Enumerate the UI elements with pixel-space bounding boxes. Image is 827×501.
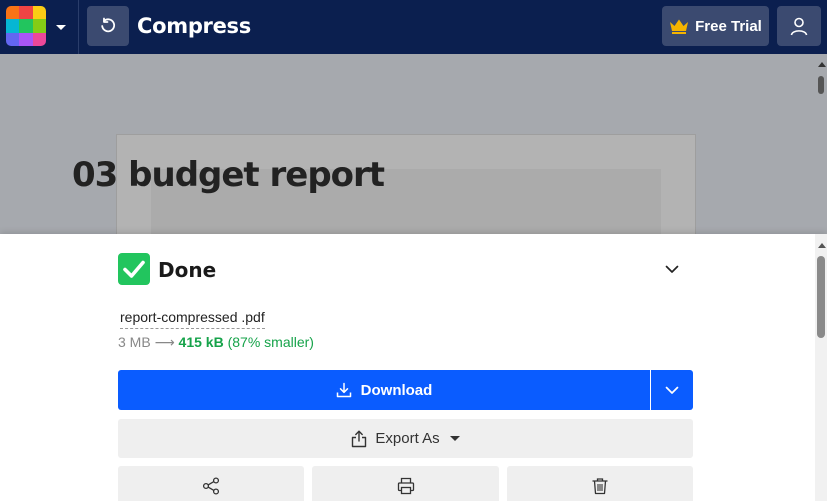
download-label: Download <box>360 381 433 399</box>
original-size: 3 MB <box>118 334 151 350</box>
collapse-button[interactable] <box>660 259 684 279</box>
chevron-down-icon <box>665 265 679 273</box>
caret-down-icon <box>449 436 460 441</box>
preview-scrollbar[interactable] <box>815 54 827 234</box>
page-title: Compress <box>137 14 251 38</box>
free-trial-label: Free Trial <box>695 17 762 35</box>
crown-icon <box>670 19 689 34</box>
chevron-down-icon[interactable] <box>54 20 68 34</box>
scroll-up-arrow[interactable] <box>818 243 826 248</box>
panel-scrollbar[interactable] <box>815 234 827 501</box>
document-heading: 03 budget report <box>72 155 385 195</box>
scroll-thumb[interactable] <box>817 256 825 338</box>
share-button[interactable] <box>118 466 304 501</box>
document-preview-area <box>0 54 815 234</box>
free-trial-button[interactable]: Free Trial <box>662 6 769 46</box>
scroll-up-arrow[interactable] <box>818 62 826 67</box>
scroll-thumb[interactable] <box>818 76 824 94</box>
checkmark-icon <box>118 253 150 285</box>
back-button[interactable] <box>87 6 129 46</box>
download-button[interactable]: Download <box>118 370 650 410</box>
arrow-icon: ⟶ <box>154 334 175 350</box>
trash-icon <box>592 478 608 495</box>
undo-icon <box>101 17 116 33</box>
delete-button[interactable] <box>507 466 693 501</box>
top-bar: Compress Free Trial <box>0 0 827 54</box>
account-button[interactable] <box>777 6 821 46</box>
topbar-divider <box>78 0 79 54</box>
reduction-percent: (87% smaller) <box>227 334 314 350</box>
app-logo[interactable] <box>6 6 46 46</box>
filename-field[interactable]: report-compressed .pdf <box>120 308 265 329</box>
export-as-label: Export As <box>375 430 440 447</box>
size-summary: 3 MB ⟶ 415 kB (87% smaller) <box>118 333 314 351</box>
download-icon <box>336 382 351 398</box>
result-panel: Done report-compressed .pdf 3 MB ⟶ 415 k… <box>0 234 827 501</box>
export-icon <box>352 430 367 447</box>
status-title: Done <box>158 258 217 282</box>
compressed-size: 415 kB <box>178 334 224 350</box>
share-icon <box>202 477 220 495</box>
user-icon <box>790 17 808 36</box>
print-icon <box>397 477 414 495</box>
export-as-button[interactable]: Export As <box>118 419 693 458</box>
chevron-down-icon <box>665 386 679 394</box>
download-options-button[interactable] <box>651 370 693 410</box>
print-button[interactable] <box>312 466 499 501</box>
